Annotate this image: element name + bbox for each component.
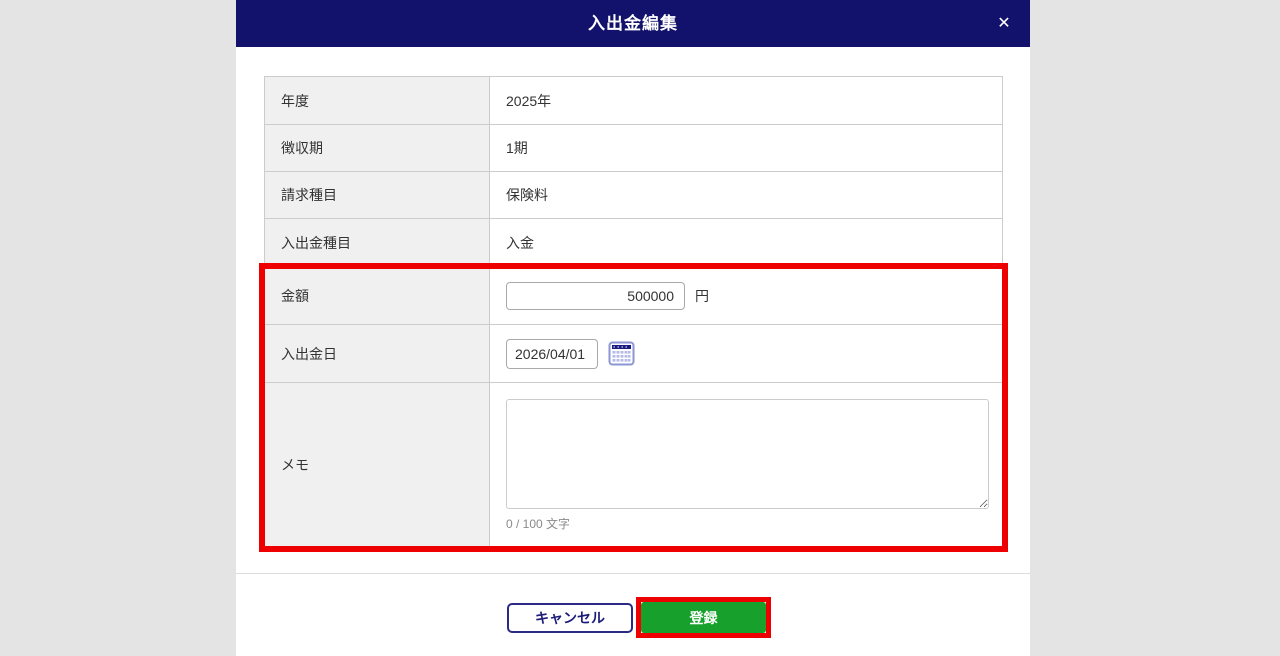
row-value-amount: 円	[490, 267, 1002, 324]
row-label-memo: メモ	[265, 383, 490, 547]
memo-textarea[interactable]	[506, 399, 989, 509]
cancel-button[interactable]: キャンセル	[507, 603, 633, 633]
row-value-transaction-date	[490, 325, 1002, 382]
edit-transaction-modal: 入出金編集 ✕ 年度 2025年 徴収期 1期 請求種目 保険料 入出金種目 入…	[236, 0, 1030, 656]
submit-button[interactable]: 登録	[641, 602, 766, 633]
modal-title: 入出金編集	[588, 14, 678, 33]
row-value-billing-type: 保険料	[506, 187, 548, 203]
date-input[interactable]	[506, 338, 598, 369]
row-label-transaction-date: 入出金日	[265, 325, 490, 382]
modal-header: 入出金編集 ✕	[236, 0, 1030, 47]
page-background: { "modal": { "title": "入出金編集", "close_ic…	[0, 0, 1280, 656]
calendar-icon[interactable]	[608, 340, 635, 367]
table-row: 金額 円	[265, 267, 1002, 325]
transaction-form-table: 年度 2025年 徴収期 1期 請求種目 保険料 入出金種目 入金 金額 円 入…	[264, 76, 1003, 548]
row-value-year: 2025年	[506, 92, 552, 109]
amount-unit-label: 円	[695, 287, 709, 304]
row-label-transaction-type: 入出金種目	[265, 219, 490, 266]
row-value-collection-period: 1期	[506, 140, 528, 156]
row-value-transaction-type: 入金	[506, 234, 534, 251]
row-label-amount: 金額	[265, 267, 490, 324]
amount-input[interactable]	[506, 281, 685, 310]
table-row: 徴収期 1期	[265, 125, 1002, 172]
row-label-collection-period: 徴収期	[265, 125, 490, 171]
row-value-memo: 0 / 100 文字	[490, 383, 1002, 547]
table-row: 入出金日	[265, 325, 1002, 383]
close-icon[interactable]: ✕	[988, 0, 1020, 47]
table-row: メモ 0 / 100 文字	[265, 383, 1002, 548]
table-row: 年度 2025年	[265, 77, 1002, 125]
table-row: 入出金種目 入金	[265, 219, 1002, 267]
footer-divider	[236, 573, 1030, 574]
table-row: 請求種目 保険料	[265, 172, 1002, 219]
row-label-billing-type: 請求種目	[265, 172, 490, 218]
memo-character-counter: 0 / 100 文字	[506, 517, 571, 531]
row-label-year: 年度	[265, 77, 490, 124]
